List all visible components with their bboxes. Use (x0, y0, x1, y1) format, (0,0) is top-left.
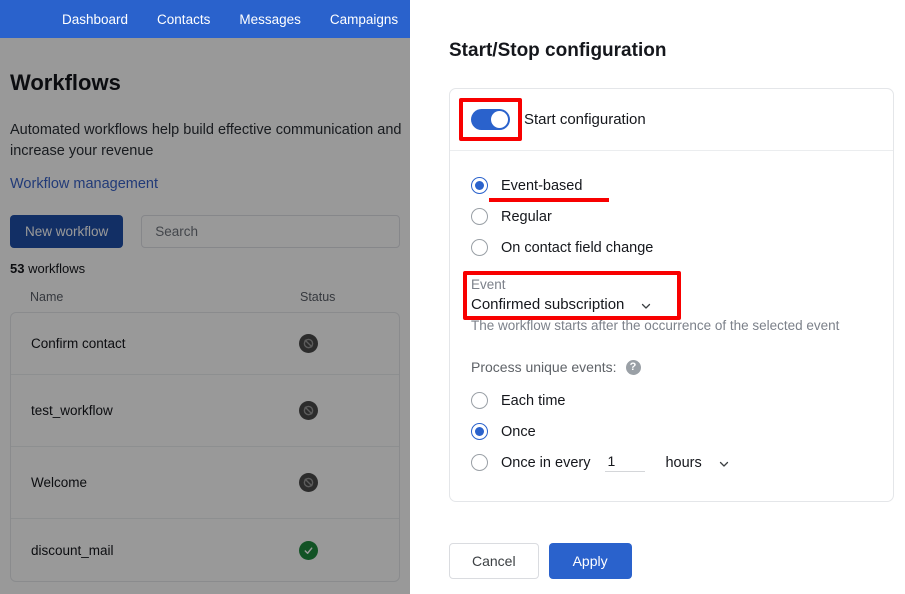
radio-label-event-based: Event-based (501, 177, 583, 194)
table-row[interactable]: Welcome (11, 447, 399, 519)
event-field-hint: The workflow starts after the occurrence… (471, 318, 840, 333)
radio-icon-each-time[interactable] (471, 392, 488, 409)
radio-icon-contact-field-change[interactable] (471, 239, 488, 256)
radio-option-each-time[interactable]: Each time (471, 385, 872, 416)
start-stop-configuration-dialog: Start/Stop configuration Start configura… (410, 0, 905, 594)
screen: Dashboard Contacts Messages Campaigns Wo… (0, 0, 905, 594)
workflow-name: Welcome (31, 475, 88, 490)
top-navigation-bar: Dashboard Contacts Messages Campaigns (0, 0, 410, 38)
radio-label-each-time: Each time (501, 392, 566, 409)
radio-option-regular[interactable]: Regular (471, 201, 872, 232)
radio-option-once[interactable]: Once (471, 416, 872, 447)
dialog-title: Start/Stop configuration (449, 40, 667, 61)
page-description: Automated workflows help build effective… (10, 122, 402, 159)
workflow-count-word: workflows (28, 261, 86, 276)
apply-button[interactable]: Apply (548, 543, 632, 579)
chevron-down-icon (718, 457, 730, 469)
nav-item-campaigns[interactable]: Campaigns (330, 12, 398, 27)
nav-items: Dashboard Contacts Messages Campaigns (62, 12, 410, 27)
table-row[interactable]: discount_mail (11, 519, 399, 581)
status-paused-icon (299, 334, 318, 353)
process-unique-events-row: Process unique events: ? (471, 359, 872, 375)
radio-option-once-in-every[interactable]: Once in every hours (471, 447, 872, 478)
workflow-name: discount_mail (31, 542, 114, 558)
radio-label-once: Once (501, 423, 536, 440)
interval-unit-select[interactable]: hours (665, 455, 729, 471)
process-unique-events-label: Process unique events: (471, 359, 617, 375)
interval-unit-value: hours (665, 454, 702, 471)
workflow-management-link[interactable]: Workflow management (10, 176, 400, 192)
nav-item-dashboard[interactable]: Dashboard (62, 12, 128, 27)
trigger-configuration-section: Event-based Regular On contact field cha… (450, 151, 893, 501)
column-header-name: Name (30, 290, 64, 304)
event-selected-value: Confirmed subscription (471, 296, 625, 313)
search-input[interactable]: Search (141, 215, 400, 248)
radio-icon-regular[interactable] (471, 208, 488, 225)
workflows-page: Workflows Automated workflows help build… (0, 38, 410, 594)
status-active-icon (299, 540, 318, 560)
radio-icon-event-based[interactable] (471, 177, 488, 194)
start-configuration-label: Start configuration (524, 111, 646, 128)
start-configuration-section: Start configuration (450, 89, 893, 151)
new-workflow-button[interactable]: New workflow (10, 215, 124, 248)
nav-item-contacts[interactable]: Contacts (157, 12, 210, 27)
workflow-status (299, 401, 379, 420)
start-configuration-toggle[interactable] (471, 109, 510, 130)
search-placeholder: Search (155, 224, 199, 239)
workflow-count: 53 workflows (10, 261, 400, 276)
event-field-block: Event Confirmed subscription The workflo… (463, 271, 872, 333)
dialog-footer: Cancel Apply (449, 543, 632, 579)
workflow-status (299, 473, 379, 492)
configuration-card: Start configuration Event-based Regular … (449, 88, 894, 502)
column-header-status: Status (300, 290, 336, 304)
background-application: Dashboard Contacts Messages Campaigns Wo… (0, 0, 410, 594)
radio-label-contact-field-change: On contact field change (501, 239, 654, 256)
workflow-status (299, 334, 379, 353)
interval-number-input[interactable] (605, 453, 646, 472)
workflow-status (299, 540, 379, 560)
table-row[interactable]: test_workflow (11, 375, 399, 447)
radio-option-event-based[interactable]: Event-based (471, 170, 872, 202)
process-unique-events-options: Each time Once Once in every hours (471, 385, 872, 478)
radio-icon-once-in-every[interactable] (471, 454, 488, 471)
chevron-down-icon (640, 299, 652, 311)
cancel-button[interactable]: Cancel (449, 543, 539, 579)
event-select[interactable]: Confirmed subscription (471, 296, 872, 313)
start-configuration-toggle-group[interactable]: Start configuration (459, 98, 646, 141)
help-icon[interactable]: ? (625, 359, 641, 375)
page-title: Workflows (10, 70, 121, 95)
workflow-count-number: 53 (10, 261, 25, 276)
workflow-name: Confirm contact (31, 336, 126, 351)
workflows-table: Confirm contact test_workflow Welcome di… (10, 312, 400, 582)
workflow-name: test_workflow (31, 403, 113, 418)
table-header: Name Status (10, 290, 400, 304)
event-field-label: Event (471, 277, 506, 292)
status-paused-icon (299, 473, 318, 492)
table-row[interactable]: Confirm contact (11, 313, 399, 375)
nav-item-messages[interactable]: Messages (239, 12, 301, 27)
radio-label-once-in-every: Once in every (501, 454, 591, 471)
radio-icon-once[interactable] (471, 423, 488, 440)
status-paused-icon (299, 401, 318, 420)
toggle-knob (491, 111, 508, 128)
radio-option-contact-field-change[interactable]: On contact field change (471, 232, 872, 263)
workflows-controls: New workflow Search (10, 215, 400, 248)
radio-label-regular: Regular (501, 208, 552, 225)
